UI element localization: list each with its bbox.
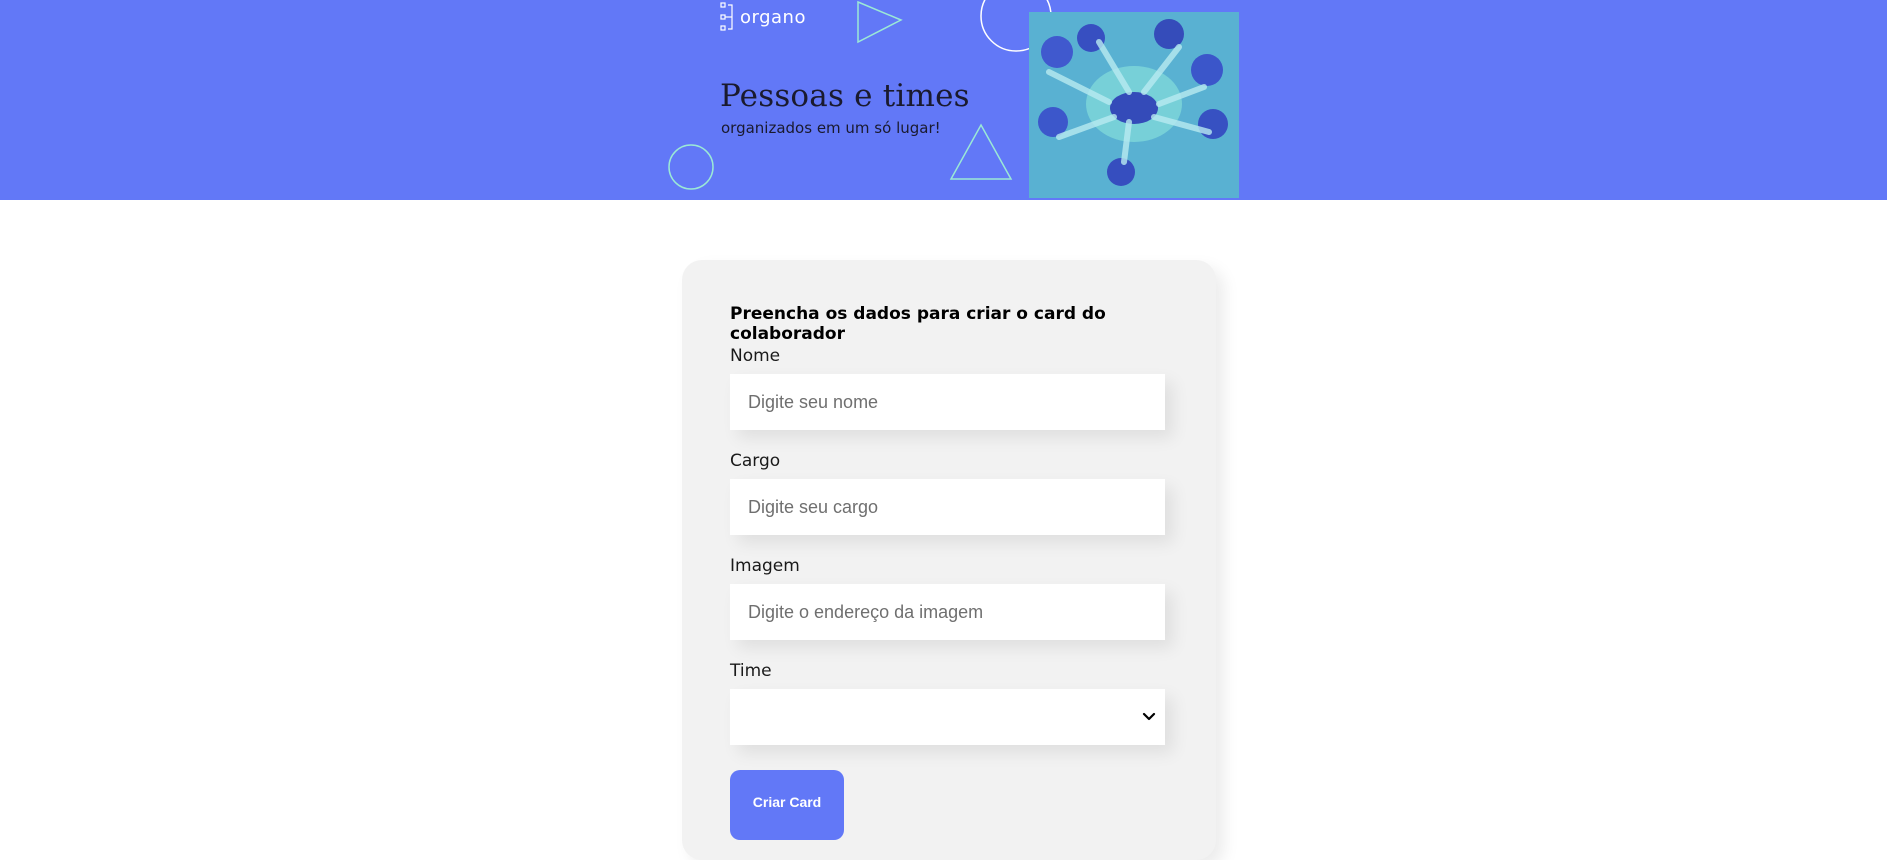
cargo-label: Cargo [730,451,781,471]
time-select[interactable] [730,689,1165,745]
circle-decoration-icon [668,144,714,190]
triangle-decoration-icon [857,0,903,44]
triangle-decoration-icon [949,123,1013,180]
chevron-down-icon [1142,712,1156,721]
nome-input[interactable] [730,374,1165,430]
logo: organo [720,2,806,32]
logo-mark-icon [720,2,733,31]
create-card-button[interactable]: Criar Card [730,770,844,840]
collaborator-form: Preencha os dados para criar o card do c… [682,260,1216,860]
imagem-label: Imagem [730,556,800,576]
time-label: Time [730,661,772,681]
hero-banner: organo Pessoas e times organizados em um… [0,0,1887,200]
form-title: Preencha os dados para criar o card do c… [730,304,1106,344]
team-photo [1029,12,1239,198]
hero-subline: organizados em um só lugar! [721,119,941,137]
logo-text: organo [740,6,806,28]
imagem-input[interactable] [730,584,1165,640]
cargo-input[interactable] [730,479,1165,535]
hero-headline: Pessoas e times [720,78,970,114]
nome-label: Nome [730,346,781,366]
